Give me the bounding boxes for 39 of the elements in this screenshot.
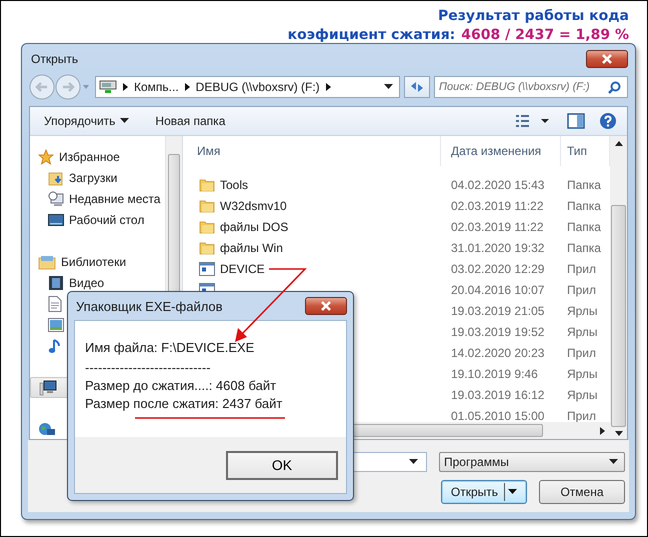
message-line: Размер до сжатия....: 4608 байт — [85, 377, 278, 395]
ratio-value: 4608 / 2437 = 1,89 % — [461, 27, 629, 43]
type-cell-text: Папка — [566, 220, 602, 234]
message-line: Размер после сжатия: 2437 байт — [85, 395, 284, 413]
type-cell-text: Прил — [566, 408, 598, 422]
sidebar-label: Библиотеки — [61, 254, 126, 268]
sidebar-label: Видео — [69, 276, 104, 290]
dialog-title: Упаковщик EXE-файлов — [75, 298, 224, 314]
type-cell-text: Ярлы — [566, 324, 599, 338]
date-cell-text: 02.03.2019 11:22 — [450, 220, 545, 234]
type-cell-text: Прил — [566, 346, 598, 360]
message-line: Имя файла: F:\DEVICE.EXE — [85, 339, 256, 357]
date-cell-text: 03.02.2020 12:29 — [450, 262, 546, 276]
date-cell-text: 19.03.2019 16:12 — [450, 388, 546, 402]
type-cell-text: Ярлы — [566, 304, 599, 318]
date-cell-text: 20.04.2016 10:07 — [450, 282, 546, 296]
date-cell-text: 19.03.2019 19:52 — [450, 324, 546, 338]
type-cell-text: Папка — [566, 240, 602, 254]
type-cell-text: Ярлы — [566, 388, 599, 402]
type-cell-text: Прил — [566, 282, 598, 296]
sidebar-label: Загрузки — [69, 170, 118, 184]
date-cell-text: 19.10.2019 9:46 — [450, 366, 539, 380]
date-cell-text: 14.02.2020 20:23 — [450, 346, 546, 360]
type-cell-text: Папка — [566, 198, 602, 212]
annotation-title: Результат работы кода — [436, 7, 629, 26]
type-cell-text: Прил — [566, 262, 598, 276]
sidebar-label: Рабочий стол — [69, 212, 144, 226]
sidebar-label: Недавние места — [69, 192, 160, 206]
date-cell-text: 19.03.2019 21:05 — [450, 304, 546, 318]
date-cell-text: 02.03.2019 11:22 — [450, 198, 545, 212]
message-line: ----------------------------- — [85, 359, 212, 377]
date-cell-text: 01.05.2010 15:00 — [450, 408, 546, 422]
date-cell-text: 31.01.2020 19:32 — [450, 240, 546, 254]
date-cell-text: 04.02.2020 15:43 — [450, 178, 546, 192]
window-title: Открыть — [30, 52, 80, 66]
sidebar-label: Избранное — [59, 150, 120, 164]
type-cell-text: Ярлы — [566, 366, 599, 380]
ratio-label: коэфициент сжатия: — [288, 27, 456, 43]
type-cell-text: Папка — [566, 178, 602, 192]
